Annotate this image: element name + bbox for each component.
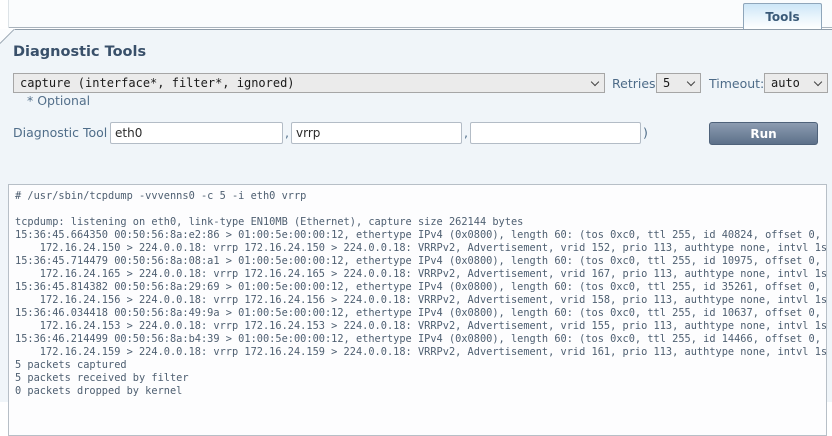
timeout-select-value: auto — [771, 76, 800, 90]
top-bar-left-edge — [0, 0, 9, 28]
console-output: # /usr/sbin/tcpdump -vvvenns0 -c 5 -i et… — [8, 184, 827, 436]
console-line: 5 packets captured — [15, 359, 826, 372]
console-line: 15:36:46.214499 00:50:56:8a:b4:39 > 01:0… — [15, 333, 826, 346]
console-line: 0 packets dropped by kernel — [15, 385, 826, 398]
console-line: 5 packets received by filter — [15, 372, 826, 385]
interface-input[interactable] — [110, 122, 283, 144]
timeout-select[interactable]: auto — [764, 73, 828, 93]
diagnostic-tool-select[interactable]: capture (interface*, filter*, ignored) — [13, 73, 605, 93]
tab-tools-label: Tools — [765, 10, 799, 24]
retries-label: Retries: — [612, 76, 660, 91]
run-button[interactable]: Run — [709, 122, 818, 145]
retries-select-value: 5 — [663, 76, 670, 90]
console-line: 15:36:45.714479 00:50:56:8a:08:a1 > 01:0… — [15, 255, 826, 268]
ignored-input[interactable] — [470, 122, 641, 144]
console-line: 172.16.24.150 > 224.0.0.18: vrrp 172.16.… — [15, 242, 826, 255]
console-line: # /usr/sbin/tcpdump -vvvenns0 -c 5 -i et… — [15, 190, 826, 203]
chevron-down-icon — [687, 77, 695, 85]
diagnostic-tools-panel: Diagnostic Tools capture (interface*, fi… — [0, 29, 832, 402]
chevron-down-icon — [814, 77, 822, 85]
top-bar — [0, 0, 832, 28]
retries-select[interactable]: 5 — [656, 73, 701, 93]
console-line: 172.16.24.159 > 224.0.0.18: vrrp 172.16.… — [15, 346, 826, 359]
console-line: 172.16.24.165 > 224.0.0.18: vrrp 172.16.… — [15, 268, 826, 281]
page-title: Diagnostic Tools — [13, 44, 146, 60]
optional-note: * Optional — [27, 93, 90, 108]
console-line: 15:36:46.034418 00:50:56:8a:49:9a > 01:0… — [15, 307, 826, 320]
console-line: 172.16.24.153 > 224.0.0.18: vrrp 172.16.… — [15, 320, 826, 333]
argument-separator: , — [464, 125, 468, 140]
timeout-label: Timeout: — [709, 76, 764, 91]
console-line: tcpdump: listening on eth0, link-type EN… — [15, 216, 826, 229]
console-line: 172.16.24.156 > 224.0.0.18: vrrp 172.16.… — [15, 294, 826, 307]
chevron-down-icon — [591, 77, 599, 85]
diagnostic-tool-label: Diagnostic Tool ( — [13, 125, 116, 140]
close-paren-label: ) — [643, 125, 648, 140]
console-line: 15:36:45.814382 00:50:56:8a:29:69 > 01:0… — [15, 281, 826, 294]
argument-separator: , — [285, 125, 289, 140]
diagnostic-tool-select-value: capture (interface*, filter*, ignored) — [20, 76, 295, 90]
tab-tools[interactable]: Tools — [743, 3, 822, 29]
console-line: 15:36:45.664350 00:50:56:8a:e2:86 > 01:0… — [15, 229, 826, 242]
console-line — [15, 203, 826, 216]
filter-input[interactable] — [291, 122, 462, 144]
